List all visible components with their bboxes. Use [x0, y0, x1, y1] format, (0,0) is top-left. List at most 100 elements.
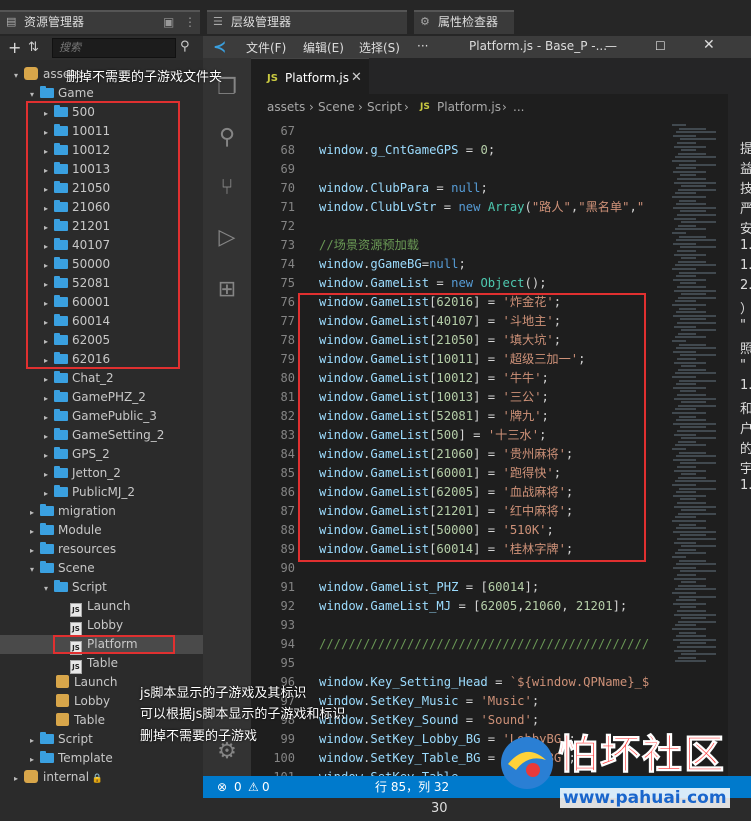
folder-row[interactable]: ▸ 50000 — [0, 255, 203, 274]
code-line[interactable]: window.GameList[62005] = '血战麻将'; — [319, 483, 573, 502]
menu-selection[interactable]: 选择(S) — [359, 39, 400, 56]
close-icon[interactable]: ✕ — [703, 37, 715, 53]
chevron-down-icon[interactable]: ▾ — [30, 560, 40, 579]
tab-close-icon[interactable]: ✕ — [351, 70, 362, 85]
folder-row[interactable]: ▸ 60014 — [0, 312, 203, 331]
search-input[interactable]: 搜索 — [52, 38, 176, 58]
tab-platform-js[interactable]: JS Platform.js ✕ — [251, 58, 369, 98]
chevron-right-icon[interactable]: ▸ — [44, 180, 54, 199]
chevron-right-icon[interactable]: ▸ — [44, 313, 54, 332]
chevron-right-icon[interactable]: ▸ — [30, 541, 40, 560]
code-line[interactable]: window.ClubLvStr = new Array("路人","黑名单",… — [319, 198, 644, 217]
code-line[interactable]: window.GameList[21060] = '贵州麻将'; — [319, 445, 573, 464]
chevron-right-icon[interactable]: ▸ — [44, 161, 54, 180]
maximize-icon[interactable]: ☐ — [655, 39, 666, 53]
chevron-right-icon[interactable]: ▸ — [44, 294, 54, 313]
chevron-down-icon[interactable]: ▾ — [14, 66, 24, 85]
code-line[interactable]: window.GameList[10011] = '超级三加一'; — [319, 350, 585, 369]
code-line[interactable]: window.g_CntGameGPS = 0; — [319, 141, 495, 160]
sort-icon[interactable]: ⇅ — [28, 40, 39, 55]
source-control-icon[interactable]: ⑂ — [215, 176, 239, 200]
folder-row[interactable]: ▸ Jetton_2 — [0, 464, 203, 483]
code-line[interactable]: window.GameList[500] = '十三水'; — [319, 426, 546, 445]
code-line[interactable]: window.GameList[21201] = '红中麻将'; — [319, 502, 573, 521]
folder-row[interactable]: ▸ Chat_2 — [0, 369, 203, 388]
folder-row[interactable]: ▸ PublicMJ_2 — [0, 483, 203, 502]
chevron-right-icon[interactable]: ▸ — [44, 427, 54, 446]
folder-row[interactable]: ▸ internal 🔒 — [0, 768, 203, 787]
code-line[interactable]: window.ClubPara = null; — [319, 179, 488, 198]
code-line[interactable]: window.GameList[40107] = '斗地主'; — [319, 312, 561, 331]
folder-row[interactable]: ▸ 21050 — [0, 179, 203, 198]
folder-row[interactable]: ▸ 10011 — [0, 122, 203, 141]
chevron-down-icon[interactable]: ▾ — [44, 579, 54, 598]
crumb-file[interactable]: Platform.js — [437, 100, 501, 114]
folder-row[interactable]: ▸ 21201 — [0, 217, 203, 236]
debug-icon[interactable]: ▷ — [215, 226, 239, 250]
code-line[interactable]: window.SetKey_Sound = 'Sound'; — [319, 711, 539, 730]
crumb-assets[interactable]: assets — [267, 100, 305, 114]
script-file-row[interactable]: JS Table — [0, 654, 203, 674]
code-line[interactable]: window.GameList[21050] = '填大坑'; — [319, 331, 561, 350]
chevron-right-icon[interactable]: ▸ — [44, 408, 54, 427]
chevron-right-icon[interactable]: ▸ — [14, 769, 24, 788]
folder-row[interactable]: ▸ GamePHZ_2 — [0, 388, 203, 407]
chevron-right-icon[interactable]: ▸ — [30, 731, 40, 750]
chevron-right-icon[interactable]: ▸ — [30, 522, 40, 541]
code-line[interactable]: window.Key_Setting_Head = `${window.QPNa… — [319, 673, 649, 692]
chevron-right-icon[interactable]: ▸ — [44, 199, 54, 218]
minimap[interactable] — [668, 120, 728, 680]
cursor-position[interactable]: 行 85，列 32 — [375, 776, 449, 798]
folder-row[interactable]: ▸ 10012 — [0, 141, 203, 160]
code-line[interactable]: //场景资源预加载 — [319, 236, 419, 255]
code-line[interactable]: window.GameList[50000] = '510K'; — [319, 521, 554, 540]
code-line[interactable]: window.GameList[62016] = '炸金花'; — [319, 293, 561, 312]
chevron-right-icon[interactable]: ▸ — [30, 750, 40, 769]
code-line[interactable]: window.SetKey_Music = 'Music'; — [319, 692, 539, 711]
tab-assets[interactable]: ▤ 资源管理器 ▣ ⋮ — [0, 10, 200, 34]
add-icon[interactable]: + — [8, 38, 21, 57]
folder-row[interactable]: ▸ 62016 — [0, 350, 203, 369]
script-file-row[interactable]: JS Launch — [0, 597, 203, 617]
chevron-right-icon[interactable]: ▸ — [44, 275, 54, 294]
code-line[interactable]: window.GameList[10012] = '牛牛'; — [319, 369, 549, 388]
chevron-right-icon[interactable]: ▸ — [44, 237, 54, 256]
folder-row[interactable]: ▾ Scene — [0, 559, 203, 578]
code-line[interactable]: window.gGameBG=null; — [319, 255, 466, 274]
code-line[interactable]: window.GameList[10013] = '三公'; — [319, 388, 549, 407]
folder-row[interactable]: ▸ migration — [0, 502, 203, 521]
folder-row[interactable]: ▸ Module — [0, 521, 203, 540]
chevron-right-icon[interactable]: ▸ — [44, 256, 54, 275]
warning-count[interactable]: 0 — [262, 776, 270, 798]
chevron-down-icon[interactable]: ▾ — [30, 85, 40, 104]
code-line[interactable]: ////////////////////////////////////////… — [319, 635, 649, 654]
chevron-right-icon[interactable]: ▸ — [44, 370, 54, 389]
minimize-icon[interactable]: — — [605, 39, 617, 53]
folder-row[interactable]: ▸ 21060 — [0, 198, 203, 217]
tab-hierarchy[interactable]: ☰ 层级管理器 — [207, 10, 407, 34]
chevron-right-icon[interactable]: ▸ — [30, 503, 40, 522]
search-icon[interactable]: ⚲ — [215, 126, 239, 150]
chevron-right-icon[interactable]: ▸ — [44, 123, 54, 142]
code-line[interactable]: window.GameList[60001] = '跑得快'; — [319, 464, 561, 483]
chevron-right-icon[interactable]: ▸ — [44, 142, 54, 161]
script-file-row[interactable]: JS Lobby — [0, 616, 203, 636]
crumb-script[interactable]: Script — [367, 100, 402, 114]
chevron-right-icon[interactable]: ▸ — [44, 218, 54, 237]
code-line[interactable]: window.GameList = new Object(); — [319, 274, 547, 293]
folder-row[interactable]: ▸ 10013 — [0, 160, 203, 179]
folder-row[interactable]: ▸ Template — [0, 749, 203, 768]
code-line[interactable]: window.GameList_PHZ = [60014]; — [319, 578, 539, 597]
chevron-right-icon[interactable]: ▸ — [44, 446, 54, 465]
crumb-more[interactable]: ... — [513, 100, 524, 114]
more-icon[interactable]: ⋮ — [184, 12, 196, 32]
folder-row[interactable]: ▸ 62005 — [0, 331, 203, 350]
folder-row[interactable]: ▸ 52081 — [0, 274, 203, 293]
folder-row[interactable]: ▸ 40107 — [0, 236, 203, 255]
script-file-row[interactable]: JS Platform — [0, 635, 203, 655]
menu-file[interactable]: 文件(F) — [246, 39, 286, 56]
folder-row[interactable]: ▸ 500 — [0, 103, 203, 122]
tab-inspector[interactable]: ⚙ 属性检查器 — [414, 10, 514, 34]
folder-row[interactable]: ▸ resources — [0, 540, 203, 559]
chevron-right-icon[interactable]: ▸ — [44, 332, 54, 351]
